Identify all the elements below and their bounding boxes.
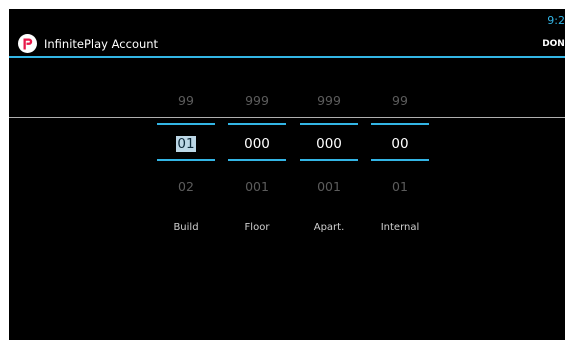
floor-selection-line-bottom <box>228 159 286 161</box>
build-selection-line-top <box>157 123 215 125</box>
build-picker[interactable]: 99 01 02 Build <box>157 89 215 249</box>
internal-next-value[interactable]: 01 <box>371 179 429 194</box>
status-time: 9:2 <box>547 14 565 27</box>
status-bar: 9:2 <box>9 9 565 30</box>
internal-current-text[interactable]: 00 <box>390 136 409 152</box>
internal-selection-line-bottom <box>371 159 429 161</box>
floor-selection-line-top <box>228 123 286 125</box>
build-current-value[interactable]: 01 <box>157 136 215 152</box>
apartment-picker[interactable]: 999 000 001 Apart. <box>300 89 358 249</box>
internal-label: Internal <box>380 222 420 233</box>
apartment-label: Apart. <box>313 222 345 233</box>
build-selection-line-bottom <box>157 159 215 161</box>
apartment-current-text[interactable]: 000 <box>315 136 343 152</box>
build-next-value[interactable]: 02 <box>157 179 215 194</box>
floor-prev-value[interactable]: 999 <box>228 93 286 108</box>
build-prev-value[interactable]: 99 <box>157 93 215 108</box>
apartment-next-value[interactable]: 001 <box>300 179 358 194</box>
apartment-selection-line-top <box>300 123 358 125</box>
floor-label: Floor <box>244 222 270 233</box>
action-bar: InfinitePlay Account DONE <box>9 30 565 56</box>
internal-current-value[interactable]: 00 <box>371 136 429 152</box>
app-title: InfinitePlay Account <box>44 37 159 51</box>
screen: 9:2 InfinitePlay Account DONE 99 01 02 B… <box>9 9 565 340</box>
apartment-prev-value[interactable]: 999 <box>300 93 358 108</box>
internal-selection-line-top <box>371 123 429 125</box>
floor-current-text[interactable]: 000 <box>243 136 271 152</box>
internal-picker[interactable]: 99 00 01 Internal <box>371 89 429 249</box>
picker-selection-divider <box>9 117 565 118</box>
apartment-current-value[interactable]: 000 <box>300 136 358 152</box>
done-button[interactable]: DONE <box>542 39 565 49</box>
internal-prev-value[interactable]: 99 <box>371 93 429 108</box>
infiniteplay-logo-icon <box>18 34 37 53</box>
floor-current-value[interactable]: 000 <box>228 136 286 152</box>
floor-picker[interactable]: 999 000 001 Floor <box>228 89 286 249</box>
action-bar-divider <box>9 56 565 58</box>
build-current-text[interactable]: 01 <box>176 136 196 152</box>
build-label: Build <box>173 222 199 233</box>
apartment-selection-line-bottom <box>300 159 358 161</box>
floor-next-value[interactable]: 001 <box>228 179 286 194</box>
